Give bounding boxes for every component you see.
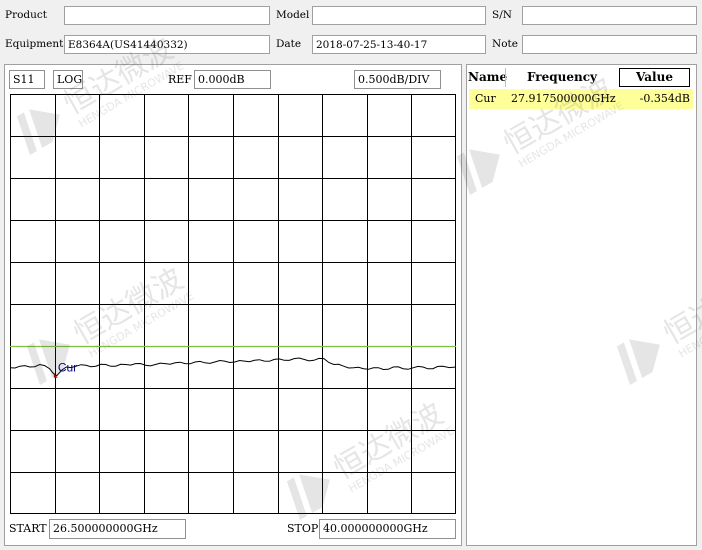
date-label: Date bbox=[276, 38, 302, 50]
marker-value-cell: -0.354dB bbox=[639, 92, 690, 105]
stop-label: STOP bbox=[287, 522, 319, 535]
col-header-value[interactable]: Value bbox=[619, 68, 690, 87]
ref-label: REF bbox=[168, 73, 192, 86]
model-field[interactable] bbox=[312, 6, 486, 25]
marker-table: Name Frequency Value Cur 27.917500000GHz… bbox=[466, 64, 697, 546]
equipment-field[interactable]: E8364A(US41440332) bbox=[64, 35, 270, 54]
marker-cur-label: Cur bbox=[58, 361, 77, 375]
scale-box[interactable]: 0.500dB/DIV bbox=[354, 70, 441, 89]
col-divider bbox=[505, 68, 506, 87]
col-header-frequency[interactable]: Frequency bbox=[507, 68, 617, 87]
chart-panel: S11 LOG REF 0.000dB 0.500dB/DIV Cur STAR… bbox=[4, 64, 462, 546]
ref-value-box[interactable]: 0.000dB bbox=[194, 70, 271, 89]
sn-label: S/N bbox=[492, 9, 512, 21]
format-box[interactable]: LOG bbox=[53, 70, 83, 89]
model-label: Model bbox=[276, 9, 310, 21]
product-field[interactable] bbox=[64, 6, 270, 25]
table-row[interactable]: Cur 27.917500000GHz -0.354dB bbox=[469, 89, 693, 109]
sn-field[interactable] bbox=[522, 6, 697, 25]
date-field[interactable]: 2018-07-25-13-40-17 bbox=[312, 35, 486, 54]
start-label: START bbox=[9, 522, 47, 535]
equipment-label: Equipment bbox=[5, 38, 64, 50]
col-header-name[interactable]: Name bbox=[468, 68, 507, 87]
start-value-box[interactable]: 26.500000000GHz bbox=[49, 519, 186, 539]
note-field[interactable] bbox=[522, 35, 697, 54]
product-label: Product bbox=[5, 9, 47, 21]
stop-value-box[interactable]: 40.000000000GHz bbox=[319, 519, 456, 539]
note-label: Note bbox=[492, 38, 518, 50]
s-parameter-box[interactable]: S11 bbox=[9, 70, 45, 89]
marker-frequency-cell: 27.917500000GHz bbox=[511, 92, 616, 105]
trace-plot: Cur bbox=[10, 94, 456, 514]
marker-name-cell: Cur bbox=[475, 92, 496, 105]
